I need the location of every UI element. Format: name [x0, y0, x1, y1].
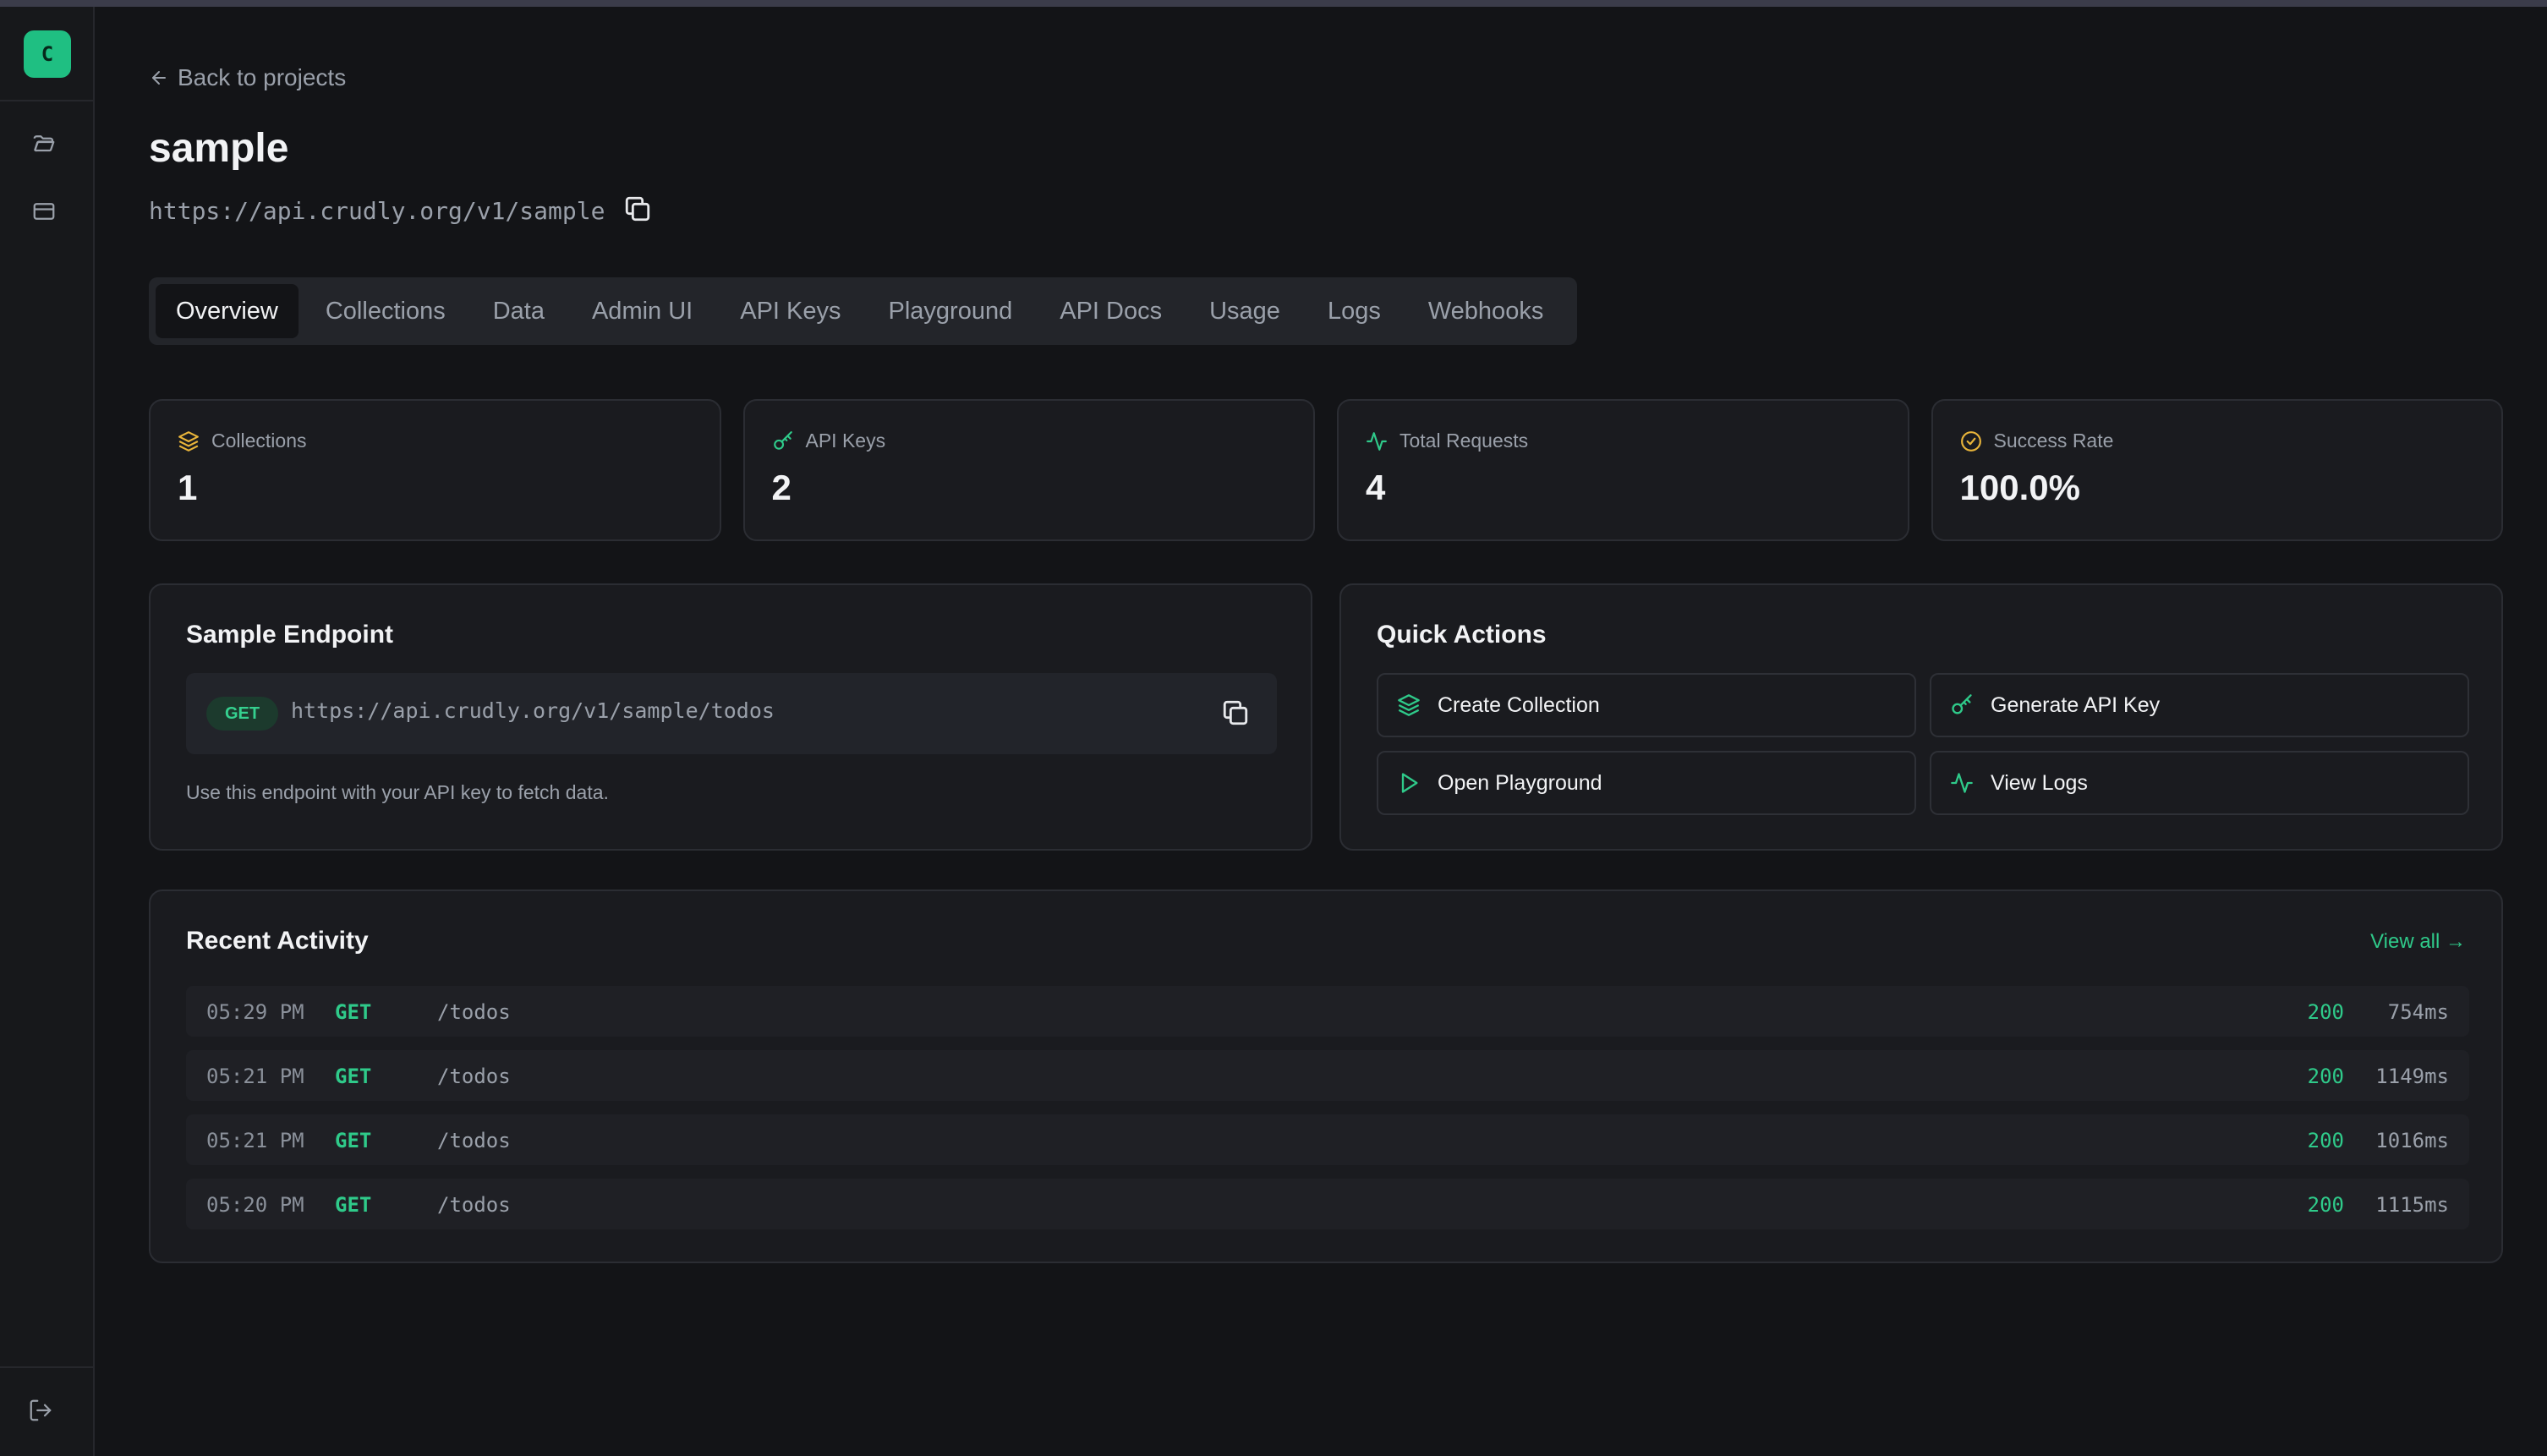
stat-value: 1: [178, 468, 198, 507]
activity-method: GET: [335, 1065, 372, 1088]
stat-label: Collections: [211, 430, 307, 452]
tab-api-keys[interactable]: API Keys: [720, 284, 861, 338]
sample-endpoint-panel: Sample Endpoint GET https://api.crudly.o…: [149, 583, 1312, 851]
activity-row[interactable]: 05:29 PM GET /todos 200 754ms: [186, 986, 2469, 1037]
stat-card-total-requests: Total Requests 4: [1337, 399, 1909, 541]
window-top-bar: [0, 0, 2547, 7]
sample-endpoint-title: Sample Endpoint: [186, 621, 394, 649]
activity-time: 05:21 PM: [206, 1129, 304, 1152]
view-all-link[interactable]: View all →: [2370, 930, 2466, 954]
endpoint-url: https://api.crudly.org/v1/sample/todos: [291, 698, 775, 723]
open-playground-label: Open Playground: [1438, 770, 1602, 795]
tab-usage[interactable]: Usage: [1189, 284, 1301, 338]
play-icon: [1401, 773, 1418, 793]
stat-label: Total Requests: [1399, 430, 1529, 452]
tab-bar: Overview Collections Data Admin UI API K…: [149, 277, 1578, 345]
generate-api-key-label: Generate API Key: [1991, 692, 2161, 717]
quick-actions-panel: Quick Actions Create Collection Generate…: [1339, 583, 2503, 851]
activity-row[interactable]: 05:20 PM GET /todos 200 1115ms: [186, 1179, 2469, 1229]
activity-duration: 1016ms: [2375, 1129, 2449, 1152]
tab-webhooks[interactable]: Webhooks: [1408, 284, 1564, 338]
stat-label: API Keys: [805, 430, 886, 452]
sidebar-bottom-divider: [0, 1366, 93, 1368]
arrow-left-icon: [152, 71, 166, 85]
stat-card-api-keys: API Keys 2: [742, 399, 1315, 541]
tab-collections[interactable]: Collections: [305, 284, 466, 338]
activity-method: GET: [335, 1193, 372, 1217]
tab-overview[interactable]: Overview: [156, 284, 299, 338]
method-badge: GET: [206, 697, 279, 731]
copy-icon: [626, 196, 650, 222]
copy-endpoint-button[interactable]: [1221, 698, 1250, 731]
activity-status: 200: [2307, 1129, 2344, 1152]
activity-row[interactable]: 05:21 PM GET /todos 200 1149ms: [186, 1050, 2469, 1101]
activity-status: 200: [2307, 1000, 2344, 1024]
stat-card-collections: Collections 1: [149, 399, 721, 541]
activity-icon: [1367, 431, 1387, 451]
activity-status: 200: [2307, 1065, 2344, 1088]
open-playground-button[interactable]: Open Playground: [1377, 751, 1916, 815]
key-icon: [1952, 694, 1972, 714]
stat-value: 2: [771, 468, 791, 507]
activity-time: 05:20 PM: [206, 1193, 304, 1217]
sidebar: C: [0, 7, 95, 1456]
activity-time: 05:21 PM: [206, 1065, 304, 1088]
layers-icon: [178, 430, 199, 452]
stat-value: 100.0%: [1959, 468, 2080, 507]
stat-value: 4: [1366, 468, 1386, 507]
activity-duration: 1149ms: [2375, 1065, 2449, 1088]
stat-card-success-rate: Success Rate 100.0%: [1931, 399, 2503, 541]
activity-method: GET: [335, 1129, 372, 1152]
tab-admin-ui[interactable]: Admin UI: [572, 284, 713, 338]
endpoint-box: GET https://api.crudly.org/v1/sample/tod…: [186, 673, 1277, 754]
activity-time: 05:29 PM: [206, 1000, 304, 1024]
view-logs-button[interactable]: View Logs: [1930, 751, 2469, 815]
copy-url-button[interactable]: [623, 194, 652, 227]
billing-card-icon[interactable]: [27, 194, 61, 228]
projects-folder-icon[interactable]: [27, 127, 61, 161]
activity-path: /todos: [437, 1000, 511, 1024]
recent-activity-title: Recent Activity: [186, 927, 369, 955]
tab-data[interactable]: Data: [473, 284, 565, 338]
activity-path: /todos: [437, 1065, 511, 1088]
sidebar-divider: [0, 100, 93, 101]
stats-row: Collections 1 API Keys 2 Total Requests …: [149, 399, 2503, 541]
create-collection-button[interactable]: Create Collection: [1377, 673, 1916, 737]
tab-api-docs[interactable]: API Docs: [1039, 284, 1182, 338]
page-title: sample: [149, 126, 289, 171]
stat-label: Success Rate: [1993, 430, 2114, 452]
endpoint-note: Use this endpoint with your API key to f…: [186, 781, 609, 803]
base-url: https://api.crudly.org/v1/sample: [149, 197, 605, 225]
recent-activity-panel: Recent Activity View all → 05:29 PM GET …: [149, 889, 2503, 1263]
create-collection-label: Create Collection: [1438, 692, 1600, 717]
check-circle-icon: [1960, 430, 1981, 452]
base-url-row: https://api.crudly.org/v1/sample: [149, 194, 652, 227]
tab-playground[interactable]: Playground: [868, 284, 1033, 338]
back-to-projects-link[interactable]: Back to projects: [149, 64, 346, 91]
activity-duration: 754ms: [2387, 1000, 2449, 1024]
activity-icon: [1951, 773, 1973, 793]
layers-icon: [1398, 694, 1420, 716]
view-logs-label: View Logs: [1991, 770, 2088, 795]
back-label: Back to projects: [178, 64, 347, 90]
activity-status: 200: [2307, 1193, 2344, 1217]
activity-path: /todos: [437, 1129, 511, 1152]
activity-row[interactable]: 05:21 PM GET /todos 200 1016ms: [186, 1114, 2469, 1165]
activity-method: GET: [335, 1000, 372, 1024]
app-logo[interactable]: C: [24, 30, 71, 78]
logout-icon[interactable]: [24, 1393, 58, 1427]
activity-path: /todos: [437, 1193, 511, 1217]
generate-api-key-button[interactable]: Generate API Key: [1930, 673, 2469, 737]
quick-actions-title: Quick Actions: [1377, 621, 1547, 649]
copy-icon: [1223, 700, 1248, 725]
tab-logs[interactable]: Logs: [1307, 284, 1401, 338]
key-icon: [773, 430, 792, 450]
activity-duration: 1115ms: [2375, 1193, 2449, 1217]
